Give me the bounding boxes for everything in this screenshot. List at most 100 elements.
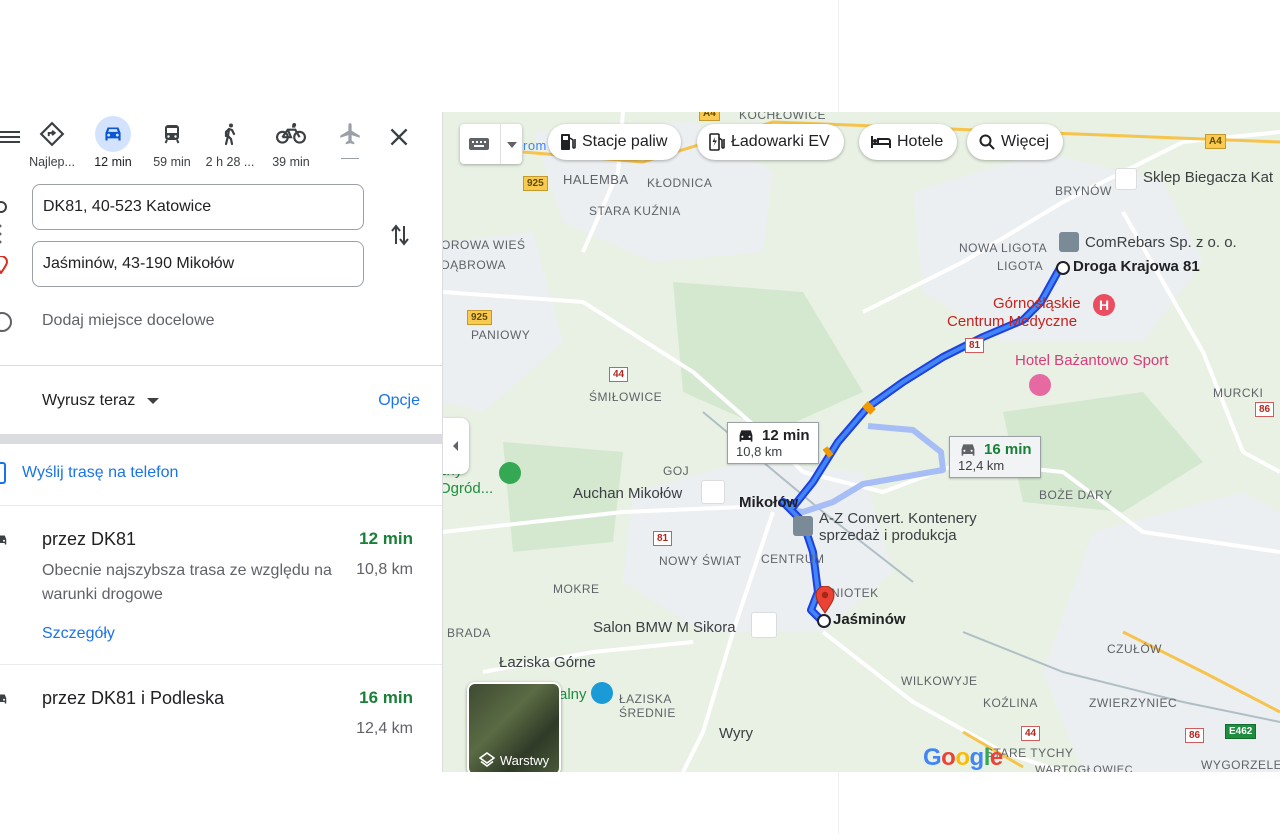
ev-charger-icon: [709, 133, 725, 151]
route-name: przez DK81 i Podleska: [42, 688, 225, 708]
divider: [0, 365, 442, 366]
mode-best[interactable]: Najlep...: [22, 116, 82, 169]
map-label-niotek: NIOTEK: [831, 586, 879, 600]
map-label-zwierzyniec: ZWIERZYNIEC: [1089, 696, 1178, 710]
map-label-az-line1[interactable]: A-Z Convert. Kontenery: [819, 510, 977, 527]
shop-icon[interactable]: [1115, 168, 1137, 190]
hotel-icon[interactable]: [1029, 374, 1051, 396]
chip-more-label: Więcej: [1001, 133, 1050, 150]
depart-time-label: Wyrusz teraz: [42, 392, 136, 409]
road-shield-a4: A4: [1205, 134, 1226, 149]
map-label-gcm-line1[interactable]: Górnośląskie: [993, 295, 1081, 312]
map-label-gcm-line2[interactable]: Centrum Medyczne: [947, 313, 1077, 330]
car-icon: [0, 531, 10, 554]
map-label-jasminow[interactable]: Jaśminów: [833, 611, 906, 628]
map-label-smilowice: ŚMIŁOWICE: [589, 390, 663, 404]
chevron-left-icon: [453, 441, 458, 451]
menu-icon[interactable]: [0, 128, 20, 148]
chip-hotels-label: Hotele: [897, 133, 944, 150]
route-description: Obecnie najszybsza trasa ze względu na w…: [42, 562, 332, 603]
mode-best-label: Najlep...: [29, 155, 75, 169]
close-icon[interactable]: [386, 124, 412, 150]
chip-gas-stations[interactable]: Stacje paliw: [548, 124, 682, 160]
road-shield-86: 86: [1255, 402, 1275, 417]
road-shield-925: 925: [523, 176, 548, 191]
origin-input-value: DK81, 40-523 Katowice: [43, 198, 212, 215]
road-shield-81: 81: [653, 531, 673, 546]
map-label-auchan[interactable]: Auchan Mikołów: [573, 485, 682, 502]
map-label-nowy-swiat: NOWY ŚWIAT: [659, 554, 742, 568]
map-label-ogrod-line2: Ogród...: [443, 480, 494, 497]
map-label-sklep-biegacza[interactable]: Sklep Biegacza Kat: [1143, 169, 1273, 186]
route-distance: 12,4 km: [356, 720, 413, 737]
business-icon[interactable]: [793, 516, 813, 536]
road-shield-86: 86: [1185, 728, 1205, 743]
mode-flight[interactable]: [320, 116, 380, 159]
business-icon[interactable]: [1059, 232, 1079, 252]
chip-ev-chargers-label: Ładowarki EV: [731, 133, 830, 150]
send-to-phone-link[interactable]: Wyślij trasę na telefon: [22, 464, 178, 482]
origin-circle-icon: [0, 200, 8, 219]
mode-walk[interactable]: 2 h 28 ...: [200, 116, 260, 169]
map-label-wyry: Wyry: [719, 725, 754, 742]
map-label-droga-krajowa[interactable]: Droga Krajowa 81: [1073, 258, 1200, 275]
park-icon[interactable]: [499, 462, 521, 484]
road-shield-44: 44: [609, 367, 629, 382]
route-time-box-alt[interactable]: 16 min 12,4 km: [949, 436, 1041, 478]
mode-bike[interactable]: 39 min: [261, 116, 321, 169]
add-circle-icon[interactable]: [0, 312, 12, 332]
auchan-logo-icon[interactable]: [701, 480, 725, 504]
destination-marker-icon[interactable]: [817, 614, 831, 628]
plane-icon: [332, 116, 368, 152]
add-destination-button[interactable]: Dodaj miejsce docelowe: [42, 312, 215, 330]
map-label-paniowy: PANIOWY: [471, 328, 531, 342]
input-tools-button[interactable]: [460, 124, 522, 164]
layers-button[interactable]: Warstwy: [467, 682, 561, 772]
map-label-hotel[interactable]: Hotel Bażantowo Sport: [1015, 352, 1168, 369]
mode-car[interactable]: 12 min: [83, 116, 143, 169]
map-label-murcki: MURCKI: [1213, 386, 1264, 400]
swap-icon[interactable]: [388, 222, 412, 248]
chip-more[interactable]: Więcej: [967, 124, 1064, 160]
road-shield-925: 925: [467, 310, 492, 325]
route-time: 12 min: [359, 529, 413, 548]
collapse-panel-button[interactable]: [443, 418, 469, 474]
layers-label: Warstwy: [499, 752, 550, 768]
chip-gas-stations-label: Stacje paliw: [582, 133, 668, 150]
divider: [0, 664, 442, 665]
options-button[interactable]: Opcje: [378, 392, 420, 410]
search-icon: [979, 134, 995, 150]
road-shield-81: 81: [965, 338, 985, 353]
directions-icon: [34, 116, 70, 152]
chip-ev-chargers[interactable]: Ładowarki EV: [697, 124, 844, 160]
mode-bike-label: 39 min: [272, 155, 310, 169]
divider: [0, 505, 442, 506]
destination-input-value: Jaśminów, 43-190 Mikołów: [43, 255, 235, 272]
route-time-box-main[interactable]: 12 min 10,8 km: [727, 422, 819, 464]
route-details-link[interactable]: Szczegóły: [42, 625, 115, 643]
map-canvas[interactable]: KOCHŁOWICE HALEMBA KŁODNICA STARA KUŹNIA…: [443, 112, 1280, 772]
hospital-icon[interactable]: H: [1093, 294, 1115, 316]
destination-input[interactable]: Jaśminów, 43-190 Mikołów: [32, 241, 364, 287]
route-distance: 10,8 km: [356, 561, 413, 578]
mode-transit[interactable]: 59 min: [142, 116, 202, 169]
map-label-wilkowyje: WILKOWYJE: [901, 674, 978, 688]
map-label-az-line2[interactable]: sprzedaż i produkcja: [819, 527, 957, 544]
camera-icon[interactable]: [591, 682, 613, 704]
map-label-comrebars[interactable]: ComRebars Sp. z o. o.: [1085, 234, 1237, 251]
travel-mode-bar: Najlep... 12 min 59 min 2 h 28 ... 39 mi: [0, 112, 442, 176]
map-label-goj: GOJ: [663, 464, 690, 478]
depart-time-dropdown[interactable]: Wyrusz teraz: [42, 392, 160, 410]
section-divider: [0, 434, 442, 444]
origin-marker-icon[interactable]: [1056, 261, 1070, 275]
chip-hotels[interactable]: Hotele: [859, 124, 958, 160]
bmw-logo-icon[interactable]: [751, 612, 777, 638]
map-label-halemba: HALEMBA: [563, 172, 629, 187]
map-base: [443, 112, 1280, 772]
map-label-alny: alny: [559, 686, 587, 703]
mode-flight-underline: [341, 158, 359, 159]
map-label-bmw[interactable]: Salon BMW M Sikora: [593, 619, 736, 636]
route-box-time: 12 min: [762, 427, 810, 444]
origin-input[interactable]: DK81, 40-523 Katowice: [32, 184, 364, 230]
route-name: przez DK81: [42, 529, 137, 549]
